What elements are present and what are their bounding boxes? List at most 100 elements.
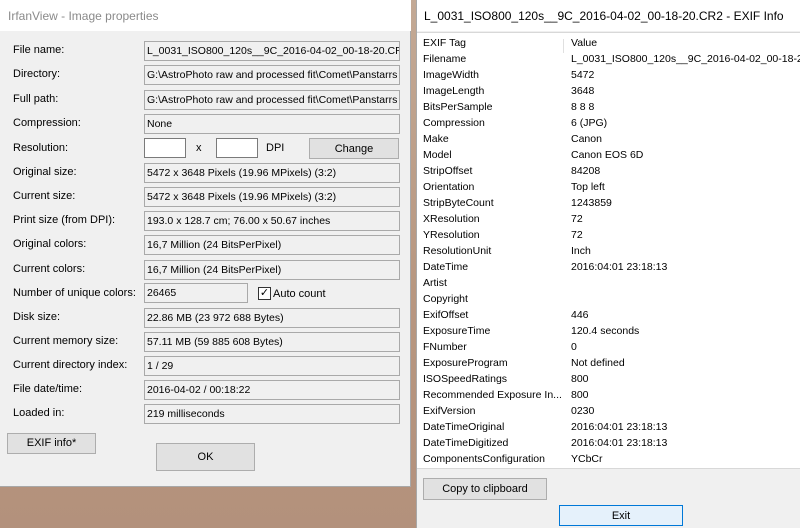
image-properties-window: IrfanView - Image properties File name: …: [0, 0, 411, 487]
exif-value-cell: 72: [571, 213, 583, 225]
exif-row[interactable]: ComponentsConfiguration YCbCr: [417, 453, 800, 468]
loaded-in-label: Loaded in:: [13, 407, 65, 419]
exif-row[interactable]: BitsPerSample 8 8 8: [417, 101, 800, 117]
exif-row[interactable]: ExifVersion 0230: [417, 405, 800, 421]
exif-value-cell: Canon: [571, 133, 602, 145]
print-size-value: 193.0 x 128.7 cm; 76.00 x 50.67 inches: [144, 211, 400, 231]
exif-value-cell: YCbCr: [571, 453, 603, 465]
exif-row[interactable]: ImageLength 3648: [417, 85, 800, 101]
exif-row[interactable]: Model Canon EOS 6D: [417, 149, 800, 165]
exit-button[interactable]: Exit: [559, 505, 683, 526]
print-size-label: Print size (from DPI):: [13, 214, 116, 226]
exif-row[interactable]: Make Canon: [417, 133, 800, 149]
exif-info-window: L_0031_ISO800_120s__9C_2016-04-02_00-18-…: [416, 0, 800, 528]
exif-value-cell: 2016:04:01 23:18:13: [571, 437, 668, 449]
exif-row[interactable]: Recommended Exposure In... 800: [417, 389, 800, 405]
exif-value-cell: Top left: [571, 181, 605, 193]
exif-tag-cell: FNumber: [423, 341, 467, 353]
exif-row[interactable]: StripOffset 84208: [417, 165, 800, 181]
file-datetime-label: File date/time:: [13, 383, 83, 395]
exif-tag-cell: YResolution: [423, 229, 480, 241]
resolution-unit: DPI: [266, 142, 285, 154]
exif-info-title: L_0031_ISO800_120s__9C_2016-04-02_00-18-…: [417, 0, 800, 31]
exif-tag-cell: ISOSpeedRatings: [423, 373, 508, 385]
exif-row[interactable]: ExposureTime 120.4 seconds: [417, 325, 800, 341]
exif-row[interactable]: Artist: [417, 277, 800, 293]
disk-size-value: 22.86 MB (23 972 688 Bytes): [144, 308, 400, 328]
exif-value-column-header[interactable]: Value: [571, 37, 800, 49]
exif-tag-cell: Compression: [423, 117, 485, 129]
exif-row[interactable]: XResolution 72: [417, 213, 800, 229]
full-path-value[interactable]: G:\AstroPhoto raw and processed fit\Come…: [144, 90, 400, 110]
exif-row[interactable]: FNumber 0: [417, 341, 800, 357]
image-properties-body: File name: L_0031_ISO800_120s__9C_2016-0…: [0, 31, 410, 487]
exif-value-cell: 0: [571, 341, 577, 353]
exif-value-cell: 800: [571, 389, 589, 401]
exif-tag-cell: Orientation: [423, 181, 475, 193]
exif-row[interactable]: Copyright: [417, 293, 800, 309]
resolution-x-input[interactable]: [144, 138, 186, 158]
exif-value-cell: Canon EOS 6D: [571, 149, 644, 161]
exif-row[interactable]: ResolutionUnit Inch: [417, 245, 800, 261]
exif-row[interactable]: DateTime 2016:04:01 23:18:13: [417, 261, 800, 277]
compression-label: Compression:: [13, 117, 81, 129]
exif-tag-cell: ExposureProgram: [423, 357, 508, 369]
exif-row[interactable]: StripByteCount 1243859: [417, 197, 800, 213]
exif-tag-cell: StripOffset: [423, 165, 473, 177]
exif-tag-cell: ResolutionUnit: [423, 245, 492, 257]
exif-value-cell: 5472: [571, 69, 595, 81]
exif-tag-cell: DateTimeOriginal: [423, 421, 505, 433]
file-datetime-value: 2016-04-02 / 00:18:22: [144, 380, 400, 400]
exif-tag-cell: DateTimeDigitized: [423, 437, 509, 449]
exif-tag-column-header[interactable]: EXIF Tag: [423, 37, 565, 49]
directory-value[interactable]: G:\AstroPhoto raw and processed fit\Come…: [144, 65, 400, 85]
ok-button[interactable]: OK: [156, 443, 255, 471]
exif-value-cell: L_0031_ISO800_120s__9C_2016-04-02_00-18-…: [571, 53, 800, 65]
compression-value: None: [144, 114, 400, 134]
exif-tag-cell: ExifOffset: [423, 309, 469, 321]
exif-tag-cell: Model: [423, 149, 452, 161]
exif-value-cell: 120.4 seconds: [571, 325, 640, 337]
exif-row[interactable]: DateTimeDigitized 2016:04:01 23:18:13: [417, 437, 800, 453]
file-name-value[interactable]: L_0031_ISO800_120s__9C_2016-04-02_00-18-…: [144, 41, 400, 61]
exif-info-button[interactable]: EXIF info*: [7, 433, 96, 454]
exif-tag-cell: Filename: [423, 53, 467, 65]
directory-index-label: Current directory index:: [13, 359, 128, 371]
exif-tag-cell: ComponentsConfiguration: [423, 453, 545, 465]
exif-row[interactable]: Orientation Top left: [417, 181, 800, 197]
exif-row[interactable]: Compression 6 (JPG): [417, 117, 800, 133]
exif-row[interactable]: Filename L_0031_ISO800_120s__9C_2016-04-0…: [417, 53, 800, 69]
exif-tag-cell: Make: [423, 133, 449, 145]
exif-row[interactable]: DateTimeOriginal 2016:04:01 23:18:13: [417, 421, 800, 437]
exif-value-cell: 72: [571, 229, 583, 241]
exif-value-cell: 0230: [571, 405, 595, 417]
exif-row[interactable]: ExifOffset 446: [417, 309, 800, 325]
exif-value-cell: Inch: [571, 245, 591, 257]
exif-row[interactable]: ISOSpeedRatings 800: [417, 373, 800, 389]
exif-tag-cell: ExifVersion: [423, 405, 476, 417]
exif-tag-cell: BitsPerSample: [423, 101, 493, 113]
resolution-label: Resolution:: [13, 142, 69, 154]
file-name-label: File name:: [13, 44, 65, 56]
memory-size-label: Current memory size:: [13, 335, 119, 347]
auto-count-label[interactable]: Auto count: [273, 288, 326, 300]
exif-row[interactable]: ExposureProgram Not defined: [417, 357, 800, 373]
exif-tag-cell: DateTime: [423, 261, 469, 273]
exif-table[interactable]: EXIF Tag Value Filename L_0031_ISO800_120…: [417, 32, 800, 469]
exif-value-cell: Not defined: [571, 357, 625, 369]
auto-count-checkbox[interactable]: ✓: [258, 287, 271, 300]
exif-value-cell: 6 (JPG): [571, 117, 608, 129]
copy-to-clipboard-button[interactable]: Copy to clipboard: [423, 478, 547, 500]
original-colors-label: Original colors:: [13, 238, 87, 250]
current-colors-label: Current colors:: [13, 263, 86, 275]
change-button[interactable]: Change: [309, 138, 399, 159]
exif-row[interactable]: YResolution 72: [417, 229, 800, 245]
original-size-label: Original size:: [13, 166, 77, 178]
unique-colors-label: Number of unique colors:: [13, 287, 136, 299]
resolution-y-input[interactable]: [216, 138, 258, 158]
exif-value-cell: 2016:04:01 23:18:13: [571, 421, 668, 433]
exif-table-header: EXIF Tag Value: [417, 37, 800, 53]
current-colors-value: 16,7 Million (24 BitsPerPixel): [144, 260, 400, 280]
exif-row[interactable]: ImageWidth 5472: [417, 69, 800, 85]
exif-tag-cell: StripByteCount: [423, 197, 494, 209]
